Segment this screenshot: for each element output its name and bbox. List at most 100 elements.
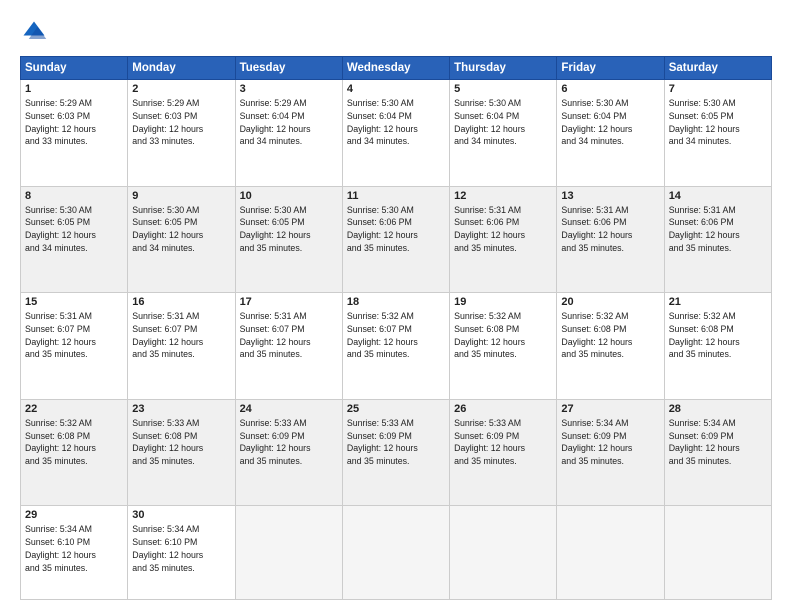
- day-number: 4: [347, 83, 445, 95]
- day-number: 25: [347, 403, 445, 415]
- logo: [20, 18, 52, 46]
- day-info: Sunrise: 5:32 AM Sunset: 6:08 PM Dayligh…: [669, 310, 767, 361]
- calendar-cell: [450, 506, 557, 600]
- calendar-cell: 25 Sunrise: 5:33 AM Sunset: 6:09 PM Dayli…: [342, 399, 449, 506]
- day-info: Sunrise: 5:30 AM Sunset: 6:06 PM Dayligh…: [347, 204, 445, 255]
- day-info: Sunrise: 5:30 AM Sunset: 6:04 PM Dayligh…: [347, 97, 445, 148]
- day-number: 14: [669, 190, 767, 202]
- day-info: Sunrise: 5:30 AM Sunset: 6:04 PM Dayligh…: [561, 97, 659, 148]
- day-info: Sunrise: 5:29 AM Sunset: 6:04 PM Dayligh…: [240, 97, 338, 148]
- calendar-cell: 27 Sunrise: 5:34 AM Sunset: 6:09 PM Dayli…: [557, 399, 664, 506]
- calendar-week-4: 22 Sunrise: 5:32 AM Sunset: 6:08 PM Dayli…: [21, 399, 772, 506]
- day-info: Sunrise: 5:34 AM Sunset: 6:10 PM Dayligh…: [25, 523, 123, 574]
- col-header-saturday: Saturday: [664, 57, 771, 80]
- day-number: 12: [454, 190, 552, 202]
- day-number: 21: [669, 296, 767, 308]
- day-number: 9: [132, 190, 230, 202]
- calendar-header-row: SundayMondayTuesdayWednesdayThursdayFrid…: [21, 57, 772, 80]
- day-number: 3: [240, 83, 338, 95]
- day-number: 17: [240, 296, 338, 308]
- calendar-cell: [342, 506, 449, 600]
- calendar-week-1: 1 Sunrise: 5:29 AM Sunset: 6:03 PM Daylig…: [21, 80, 772, 187]
- day-number: 22: [25, 403, 123, 415]
- calendar-cell: 3 Sunrise: 5:29 AM Sunset: 6:04 PM Daylig…: [235, 80, 342, 187]
- day-number: 5: [454, 83, 552, 95]
- calendar-cell: 17 Sunrise: 5:31 AM Sunset: 6:07 PM Dayli…: [235, 293, 342, 400]
- day-info: Sunrise: 5:32 AM Sunset: 6:07 PM Dayligh…: [347, 310, 445, 361]
- day-number: 30: [132, 509, 230, 521]
- day-number: 16: [132, 296, 230, 308]
- calendar-cell: 14 Sunrise: 5:31 AM Sunset: 6:06 PM Dayli…: [664, 186, 771, 293]
- calendar-cell: 21 Sunrise: 5:32 AM Sunset: 6:08 PM Dayli…: [664, 293, 771, 400]
- day-number: 8: [25, 190, 123, 202]
- day-info: Sunrise: 5:33 AM Sunset: 6:09 PM Dayligh…: [347, 417, 445, 468]
- day-number: 6: [561, 83, 659, 95]
- calendar-cell: [557, 506, 664, 600]
- calendar-cell: 4 Sunrise: 5:30 AM Sunset: 6:04 PM Daylig…: [342, 80, 449, 187]
- header: [20, 18, 772, 46]
- calendar-cell: 20 Sunrise: 5:32 AM Sunset: 6:08 PM Dayli…: [557, 293, 664, 400]
- calendar-week-3: 15 Sunrise: 5:31 AM Sunset: 6:07 PM Dayli…: [21, 293, 772, 400]
- day-number: 1: [25, 83, 123, 95]
- col-header-thursday: Thursday: [450, 57, 557, 80]
- logo-icon: [20, 18, 48, 46]
- day-number: 26: [454, 403, 552, 415]
- col-header-wednesday: Wednesday: [342, 57, 449, 80]
- day-info: Sunrise: 5:29 AM Sunset: 6:03 PM Dayligh…: [25, 97, 123, 148]
- day-info: Sunrise: 5:32 AM Sunset: 6:08 PM Dayligh…: [454, 310, 552, 361]
- day-number: 10: [240, 190, 338, 202]
- day-info: Sunrise: 5:32 AM Sunset: 6:08 PM Dayligh…: [561, 310, 659, 361]
- day-info: Sunrise: 5:34 AM Sunset: 6:09 PM Dayligh…: [561, 417, 659, 468]
- day-info: Sunrise: 5:32 AM Sunset: 6:08 PM Dayligh…: [25, 417, 123, 468]
- page: SundayMondayTuesdayWednesdayThursdayFrid…: [0, 0, 792, 612]
- day-info: Sunrise: 5:30 AM Sunset: 6:05 PM Dayligh…: [240, 204, 338, 255]
- calendar-cell: 1 Sunrise: 5:29 AM Sunset: 6:03 PM Daylig…: [21, 80, 128, 187]
- day-info: Sunrise: 5:33 AM Sunset: 6:08 PM Dayligh…: [132, 417, 230, 468]
- day-number: 20: [561, 296, 659, 308]
- day-info: Sunrise: 5:34 AM Sunset: 6:10 PM Dayligh…: [132, 523, 230, 574]
- day-info: Sunrise: 5:29 AM Sunset: 6:03 PM Dayligh…: [132, 97, 230, 148]
- calendar-cell: 10 Sunrise: 5:30 AM Sunset: 6:05 PM Dayli…: [235, 186, 342, 293]
- day-info: Sunrise: 5:30 AM Sunset: 6:05 PM Dayligh…: [132, 204, 230, 255]
- day-info: Sunrise: 5:30 AM Sunset: 6:05 PM Dayligh…: [669, 97, 767, 148]
- calendar-cell: 15Sunrise: 5:31 AM Sunset: 6:07 PM Dayli…: [21, 293, 128, 400]
- calendar-cell: 12 Sunrise: 5:31 AM Sunset: 6:06 PM Dayli…: [450, 186, 557, 293]
- calendar-week-5: 29Sunrise: 5:34 AM Sunset: 6:10 PM Dayli…: [21, 506, 772, 600]
- calendar-week-2: 8 Sunrise: 5:30 AM Sunset: 6:05 PM Daylig…: [21, 186, 772, 293]
- day-info: Sunrise: 5:31 AM Sunset: 6:07 PM Dayligh…: [132, 310, 230, 361]
- day-number: 2: [132, 83, 230, 95]
- day-number: 28: [669, 403, 767, 415]
- day-info: Sunrise: 5:31 AM Sunset: 6:07 PM Dayligh…: [240, 310, 338, 361]
- calendar-cell: 28 Sunrise: 5:34 AM Sunset: 6:09 PM Dayli…: [664, 399, 771, 506]
- calendar-cell: 9 Sunrise: 5:30 AM Sunset: 6:05 PM Daylig…: [128, 186, 235, 293]
- day-info: Sunrise: 5:31 AM Sunset: 6:06 PM Dayligh…: [454, 204, 552, 255]
- col-header-friday: Friday: [557, 57, 664, 80]
- calendar-cell: 16 Sunrise: 5:31 AM Sunset: 6:07 PM Dayli…: [128, 293, 235, 400]
- calendar-cell: 13 Sunrise: 5:31 AM Sunset: 6:06 PM Dayli…: [557, 186, 664, 293]
- day-number: 24: [240, 403, 338, 415]
- calendar-cell: 5Sunrise: 5:30 AM Sunset: 6:04 PM Daylig…: [450, 80, 557, 187]
- calendar-cell: [664, 506, 771, 600]
- calendar-cell: 30 Sunrise: 5:34 AM Sunset: 6:10 PM Dayli…: [128, 506, 235, 600]
- calendar-table: SundayMondayTuesdayWednesdayThursdayFrid…: [20, 56, 772, 600]
- day-number: 13: [561, 190, 659, 202]
- calendar-cell: 18Sunrise: 5:32 AM Sunset: 6:07 PM Dayli…: [342, 293, 449, 400]
- calendar-cell: [235, 506, 342, 600]
- day-info: Sunrise: 5:31 AM Sunset: 6:06 PM Dayligh…: [561, 204, 659, 255]
- day-number: 15: [25, 296, 123, 308]
- calendar-cell: 2 Sunrise: 5:29 AM Sunset: 6:03 PM Daylig…: [128, 80, 235, 187]
- calendar-cell: 22 Sunrise: 5:32 AM Sunset: 6:08 PM Dayli…: [21, 399, 128, 506]
- calendar-cell: 8Sunrise: 5:30 AM Sunset: 6:05 PM Daylig…: [21, 186, 128, 293]
- calendar-cell: 11Sunrise: 5:30 AM Sunset: 6:06 PM Dayli…: [342, 186, 449, 293]
- calendar-cell: 23 Sunrise: 5:33 AM Sunset: 6:08 PM Dayli…: [128, 399, 235, 506]
- day-number: 27: [561, 403, 659, 415]
- day-info: Sunrise: 5:33 AM Sunset: 6:09 PM Dayligh…: [454, 417, 552, 468]
- calendar-cell: 6 Sunrise: 5:30 AM Sunset: 6:04 PM Daylig…: [557, 80, 664, 187]
- calendar-cell: 19Sunrise: 5:32 AM Sunset: 6:08 PM Dayli…: [450, 293, 557, 400]
- day-number: 23: [132, 403, 230, 415]
- col-header-tuesday: Tuesday: [235, 57, 342, 80]
- day-info: Sunrise: 5:31 AM Sunset: 6:06 PM Dayligh…: [669, 204, 767, 255]
- col-header-sunday: Sunday: [21, 57, 128, 80]
- calendar-cell: 26 Sunrise: 5:33 AM Sunset: 6:09 PM Dayli…: [450, 399, 557, 506]
- day-info: Sunrise: 5:34 AM Sunset: 6:09 PM Dayligh…: [669, 417, 767, 468]
